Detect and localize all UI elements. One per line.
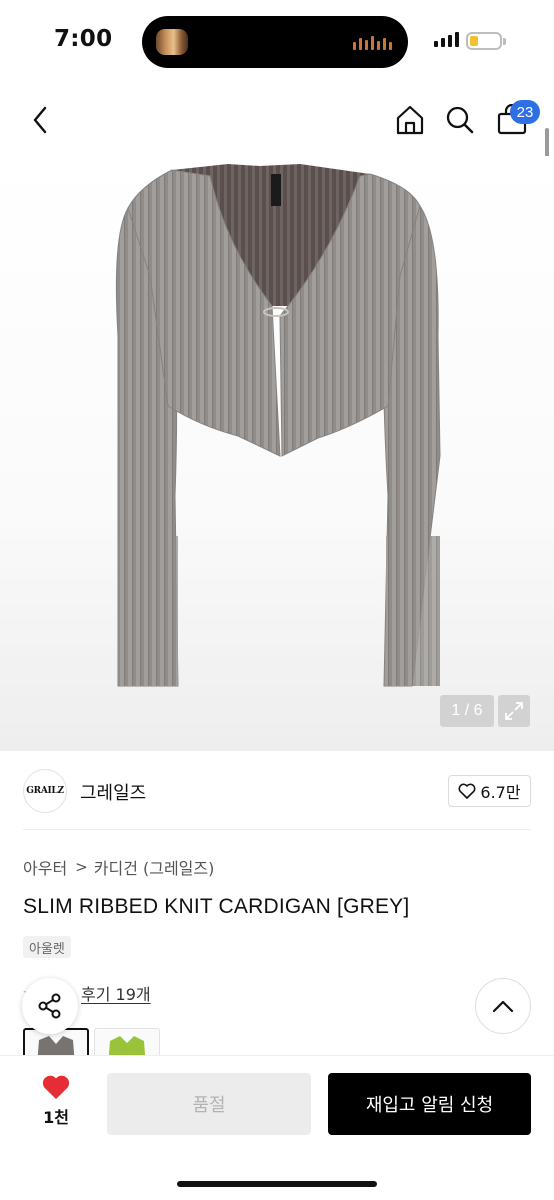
expand-image-button[interactable] bbox=[498, 695, 530, 727]
brand-name-link[interactable]: 그레일즈 bbox=[80, 779, 146, 805]
restock-alert-button[interactable]: 재입고 알림 신청 bbox=[328, 1073, 531, 1135]
battery-icon bbox=[466, 32, 502, 50]
home-icon bbox=[396, 105, 424, 135]
back-button[interactable] bbox=[20, 98, 60, 142]
status-time: 7:00 bbox=[54, 26, 113, 52]
outlet-tag: 아울렛 bbox=[23, 936, 71, 958]
brand-like-count: 6.7만 bbox=[480, 783, 521, 802]
share-button[interactable] bbox=[22, 978, 78, 1034]
scroll-top-button[interactable] bbox=[475, 978, 531, 1034]
review-count-link[interactable]: 후기 19개 bbox=[81, 981, 151, 1005]
wishlist-count: 1천 bbox=[43, 1108, 69, 1127]
brand-logo[interactable]: GRAILZ bbox=[23, 769, 67, 813]
share-icon bbox=[38, 993, 61, 1019]
chevron-left-icon bbox=[33, 106, 47, 134]
brand-like-button[interactable]: 6.7만 bbox=[448, 775, 531, 807]
home-button[interactable] bbox=[390, 98, 430, 142]
cellular-signal-icon bbox=[434, 32, 459, 47]
image-counter: 1 / 6 bbox=[440, 695, 494, 727]
breadcrumb-category[interactable]: 아우터 bbox=[23, 855, 67, 879]
bottom-action-bar: 1천 품절 재입고 알림 신청 bbox=[0, 1056, 554, 1200]
heart-outline-icon bbox=[458, 783, 476, 799]
search-icon bbox=[446, 106, 474, 134]
chevron-right-icon: > bbox=[75, 858, 88, 876]
home-indicator bbox=[177, 1181, 377, 1187]
breadcrumb: 아우터 > 카디건 (그레일즈) bbox=[23, 855, 214, 879]
status-bar: 7:00 bbox=[0, 0, 554, 84]
soldout-button: 품절 bbox=[107, 1073, 311, 1135]
expand-icon bbox=[505, 702, 523, 720]
wishlist-button[interactable]: 1천 bbox=[26, 1074, 86, 1134]
audio-wave-icon bbox=[353, 36, 392, 50]
cart-count-badge: 23 bbox=[510, 100, 540, 124]
dynamic-island bbox=[142, 16, 408, 68]
search-button[interactable] bbox=[440, 98, 480, 142]
chevron-up-icon bbox=[492, 1000, 514, 1013]
product-photo-cardigan bbox=[115, 164, 441, 687]
top-nav bbox=[0, 84, 554, 156]
brand-row: GRAILZ 그레일즈 6.7만 bbox=[0, 751, 554, 831]
breadcrumb-subcategory[interactable]: 카디건 (그레일즈) bbox=[94, 855, 215, 879]
product-title: SLIM RIBBED KNIT CARDIGAN [GREY] bbox=[23, 895, 410, 918]
product-image-carousel[interactable]: 1 / 6 bbox=[0, 156, 554, 751]
now-playing-thumbnail bbox=[156, 29, 188, 55]
heart-filled-icon bbox=[42, 1075, 70, 1099]
divider bbox=[23, 829, 531, 830]
